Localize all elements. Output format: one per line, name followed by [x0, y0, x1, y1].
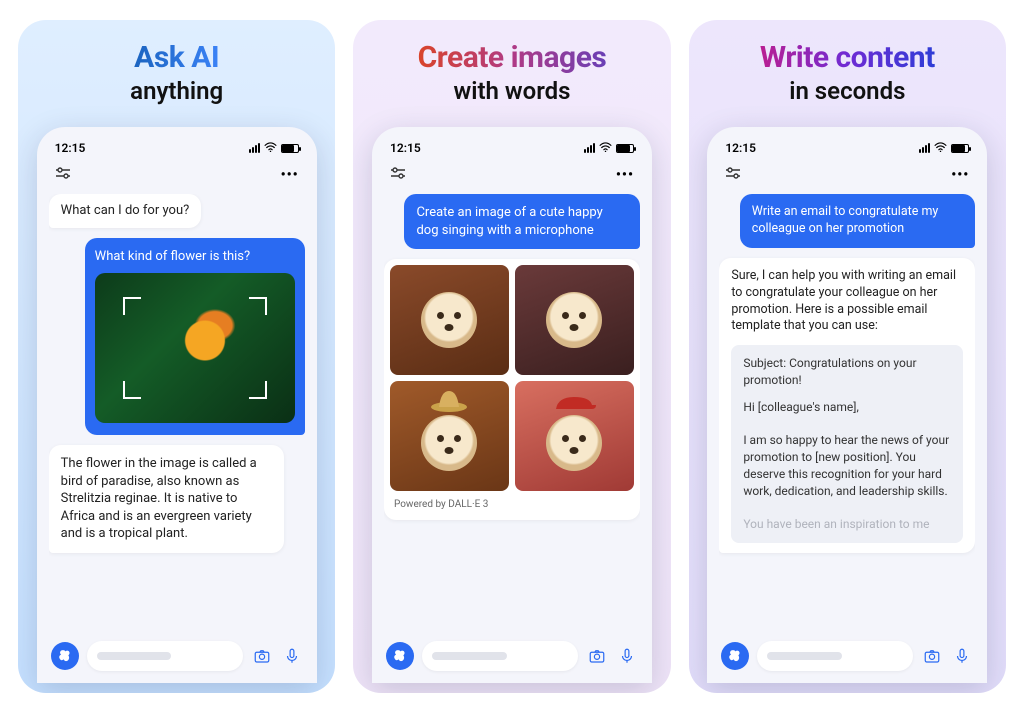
- wifi-icon: [264, 141, 277, 155]
- image-result[interactable]: [515, 381, 634, 491]
- chat-input-bar: [384, 631, 640, 683]
- status-icons: [584, 141, 634, 155]
- chat-toolbar: •••: [49, 163, 305, 194]
- subheadline: in seconds: [789, 77, 905, 105]
- image-result[interactable]: [390, 265, 509, 375]
- message-input[interactable]: [757, 641, 913, 671]
- phone-mock: 12:15 ••• Create an image of a cute happ…: [372, 127, 652, 683]
- attribution: Powered by DALL·E 3: [390, 491, 634, 514]
- mic-icon[interactable]: [281, 647, 303, 665]
- camera-icon[interactable]: [921, 647, 943, 665]
- status-bar: 12:15: [49, 141, 305, 163]
- chat-input-bar: [49, 631, 305, 683]
- status-bar: 12:15: [384, 141, 640, 163]
- ai-message: What can I do for you?: [49, 194, 202, 228]
- message-input[interactable]: [422, 641, 578, 671]
- attached-image: [95, 273, 295, 423]
- status-icons: [919, 141, 969, 155]
- mic-icon[interactable]: [951, 647, 973, 665]
- phone-mock: 12:15 ••• What can I do for you? What ki…: [37, 127, 317, 683]
- phone-mock: 12:15 ••• Write an email to congratulate…: [707, 127, 987, 683]
- ai-message: Sure, I can help you with writing an ema…: [719, 258, 975, 553]
- wifi-icon: [934, 141, 947, 155]
- more-icon[interactable]: •••: [616, 167, 634, 183]
- headline: Ask AI: [134, 40, 219, 75]
- signal-icon: [919, 143, 930, 153]
- more-icon[interactable]: •••: [281, 167, 299, 183]
- signal-icon: [584, 143, 595, 153]
- headline: Write content: [760, 40, 935, 75]
- user-message: Write an email to congratulate my collea…: [740, 194, 976, 248]
- ai-message-text: Sure, I can help you with writing an ema…: [731, 268, 963, 336]
- battery-icon: [951, 144, 969, 153]
- chat-toolbar: •••: [719, 163, 975, 194]
- scan-frame-icon: [123, 297, 267, 399]
- ai-message: The flower in the image is called a bird…: [49, 445, 285, 553]
- email-body: I am so happy to hear the news of your p…: [743, 432, 951, 499]
- chat-toolbar: •••: [384, 163, 640, 194]
- more-icon[interactable]: •••: [951, 167, 969, 183]
- image-result[interactable]: [390, 381, 509, 491]
- email-greeting: Hi [colleague's name],: [743, 399, 951, 416]
- status-bar: 12:15: [719, 141, 975, 163]
- signal-icon: [249, 143, 260, 153]
- message-input[interactable]: [87, 641, 243, 671]
- user-message-text: What kind of flower is this?: [95, 248, 295, 266]
- promo-panel-images: Create images with words 12:15 ••• Creat…: [353, 20, 670, 693]
- email-subject: Subject: Congratulations on your promoti…: [743, 355, 951, 389]
- generated-images: Powered by DALL·E 3: [384, 259, 640, 520]
- camera-icon[interactable]: [251, 647, 273, 665]
- email-body-fade: You have been an inspiration to me: [743, 516, 951, 533]
- user-message: What kind of flower is this?: [85, 238, 305, 436]
- user-message: Create an image of a cute happy dog sing…: [404, 194, 640, 249]
- copilot-button[interactable]: [721, 642, 749, 670]
- mic-icon[interactable]: [616, 647, 638, 665]
- subheadline: anything: [130, 77, 223, 105]
- image-result[interactable]: [515, 265, 634, 375]
- settings-toggle-icon[interactable]: [725, 165, 741, 184]
- copilot-button[interactable]: [51, 642, 79, 670]
- wifi-icon: [599, 141, 612, 155]
- chat-thread: What can I do for you? What kind of flow…: [49, 194, 305, 631]
- battery-icon: [616, 144, 634, 153]
- copilot-button[interactable]: [386, 642, 414, 670]
- promo-panel-write: Write content in seconds 12:15 ••• Write…: [689, 20, 1006, 693]
- email-template: Subject: Congratulations on your promoti…: [731, 345, 963, 543]
- battery-icon: [281, 144, 299, 153]
- promo-panel-ask: Ask AI anything 12:15 ••• What can I do …: [18, 20, 335, 693]
- chat-input-bar: [719, 631, 975, 683]
- clock: 12:15: [725, 141, 756, 155]
- chat-thread: Create an image of a cute happy dog sing…: [384, 194, 640, 631]
- status-icons: [249, 141, 299, 155]
- chat-thread: Write an email to congratulate my collea…: [719, 194, 975, 631]
- clock: 12:15: [55, 141, 86, 155]
- subheadline: with words: [454, 77, 571, 105]
- settings-toggle-icon[interactable]: [55, 165, 71, 184]
- camera-icon[interactable]: [586, 647, 608, 665]
- clock: 12:15: [390, 141, 421, 155]
- settings-toggle-icon[interactable]: [390, 165, 406, 184]
- headline: Create images: [418, 40, 607, 75]
